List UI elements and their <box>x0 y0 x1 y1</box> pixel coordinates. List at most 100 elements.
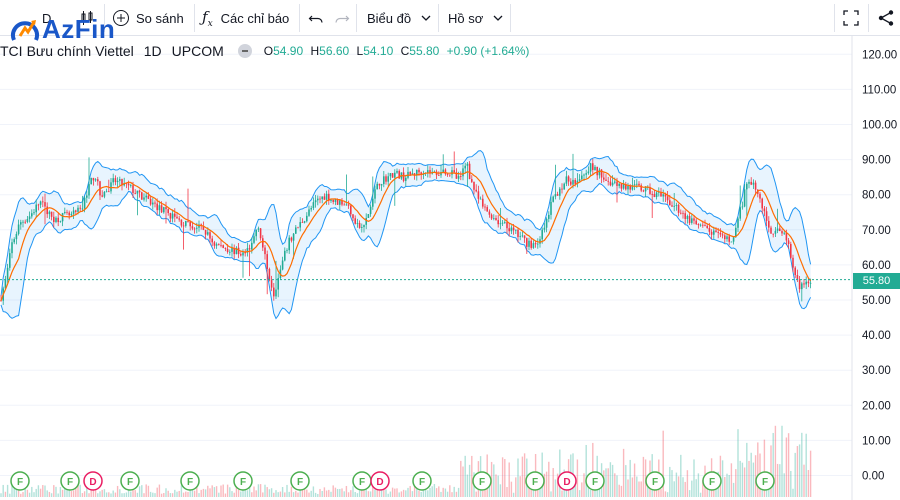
volume-bar <box>350 490 352 497</box>
financial-report-marker[interactable]: F <box>412 471 432 491</box>
volume-bar <box>332 485 334 497</box>
volume-bar <box>352 486 354 497</box>
indicators-button[interactable]: ƒx Các chỉ báo <box>202 0 289 36</box>
candle-body <box>350 205 352 215</box>
financial-report-marker[interactable]: F <box>180 471 200 491</box>
candle-body <box>185 221 187 226</box>
financial-report-marker[interactable]: F <box>585 471 605 491</box>
candle-body <box>691 218 693 223</box>
volume-bar <box>279 491 282 497</box>
candle-body <box>761 198 763 209</box>
volume-bar <box>240 491 242 497</box>
volume-bar <box>462 466 464 497</box>
candle-body <box>248 248 251 250</box>
financial-report-marker[interactable]: F <box>525 471 545 491</box>
financial-report-marker[interactable]: F <box>10 471 30 491</box>
financial-report-marker[interactable]: F <box>755 471 775 491</box>
candle-body <box>94 179 97 181</box>
financial-report-marker[interactable]: F <box>290 471 310 491</box>
symbol-interval: 1D <box>143 43 162 59</box>
redo-button[interactable] <box>334 0 350 36</box>
candle-body <box>312 202 315 209</box>
candle-body <box>653 193 656 198</box>
candle-body <box>442 169 444 173</box>
candle-body <box>211 238 213 243</box>
volume-bar <box>517 458 519 497</box>
dividend-marker[interactable]: D <box>370 471 390 491</box>
dividend-marker[interactable]: D <box>83 471 103 491</box>
volume-bar <box>783 473 785 497</box>
candle-body <box>268 268 271 281</box>
chart-menu-button[interactable]: Biểu đồ <box>367 0 433 36</box>
candle-body <box>488 211 491 215</box>
candle-body <box>741 206 744 208</box>
compare-button[interactable]: So sánh <box>112 0 184 36</box>
volume-bar <box>224 493 227 497</box>
financial-report-marker[interactable]: F <box>645 471 665 491</box>
volume-bar <box>28 492 31 497</box>
candle-body <box>182 225 185 227</box>
candle-body <box>187 221 189 222</box>
financial-report-marker[interactable]: F <box>472 471 492 491</box>
indicators-label: Các chỉ báo <box>220 10 290 26</box>
candle-body <box>83 197 86 209</box>
svg-text:F: F <box>479 477 485 488</box>
price-axis: 120.00 110.00 100.00 90.00 80.00 70.00 60.00 50… <box>862 49 897 482</box>
volume-bar <box>356 493 359 497</box>
financial-report-marker[interactable]: F <box>60 471 80 491</box>
volume-bar <box>605 468 607 497</box>
svg-text:F: F <box>532 477 538 488</box>
candle-body <box>473 181 475 190</box>
volume-bar <box>44 485 46 497</box>
volume-bar <box>20 493 22 497</box>
profile-menu-button[interactable]: Hồ sơ <box>448 0 505 36</box>
candle-body <box>356 222 359 224</box>
candle-body <box>543 227 546 230</box>
candle-body <box>693 218 695 221</box>
volume-bar <box>754 455 757 497</box>
financial-report-marker[interactable]: F <box>702 471 722 491</box>
volume-bar <box>442 487 444 497</box>
candle-body <box>145 195 147 198</box>
fullscreen-button[interactable] <box>842 0 860 36</box>
undo-button[interactable] <box>308 0 324 36</box>
svg-text:F: F <box>240 477 246 488</box>
candle-body <box>374 189 376 199</box>
candle-body <box>369 206 372 215</box>
volume-bar <box>99 491 101 497</box>
candle-body <box>554 194 557 197</box>
candle-body <box>704 225 706 226</box>
volume-bar <box>354 492 356 497</box>
volume-bar <box>433 484 436 497</box>
financial-report-marker[interactable]: F <box>233 471 253 491</box>
candle-body <box>178 218 180 220</box>
candle-body <box>297 227 299 229</box>
volume-bar <box>589 489 592 497</box>
volume-bar <box>209 488 211 497</box>
candle-body <box>673 205 675 207</box>
candle-body <box>774 230 777 234</box>
dividend-marker[interactable]: D <box>557 471 577 491</box>
volume-bar <box>286 484 288 497</box>
candle-body <box>6 267 9 280</box>
collapse-legend-icon[interactable] <box>237 44 252 58</box>
candle-body <box>75 210 77 212</box>
candle-body <box>556 194 559 196</box>
share-button[interactable] <box>877 0 895 36</box>
candle-body <box>589 163 592 172</box>
volume-bar <box>666 492 669 497</box>
volume-bar <box>521 456 524 497</box>
volume-bar <box>721 460 724 497</box>
candle-body <box>750 181 752 185</box>
candle-body <box>127 183 130 186</box>
candle-body <box>191 226 194 229</box>
financial-report-marker[interactable]: F <box>120 471 140 491</box>
volume-bar <box>495 474 497 497</box>
candle-body <box>801 283 803 290</box>
svg-text:F: F <box>17 477 23 488</box>
financial-report-marker[interactable]: F <box>352 471 372 491</box>
price-chart[interactable]: 120.00 110.00 100.00 90.00 80.00 70.00 60.00 50… <box>0 36 900 500</box>
candle-body <box>363 224 365 228</box>
price-tick-label: 120.00 <box>862 49 897 61</box>
volume-bar <box>809 450 812 497</box>
